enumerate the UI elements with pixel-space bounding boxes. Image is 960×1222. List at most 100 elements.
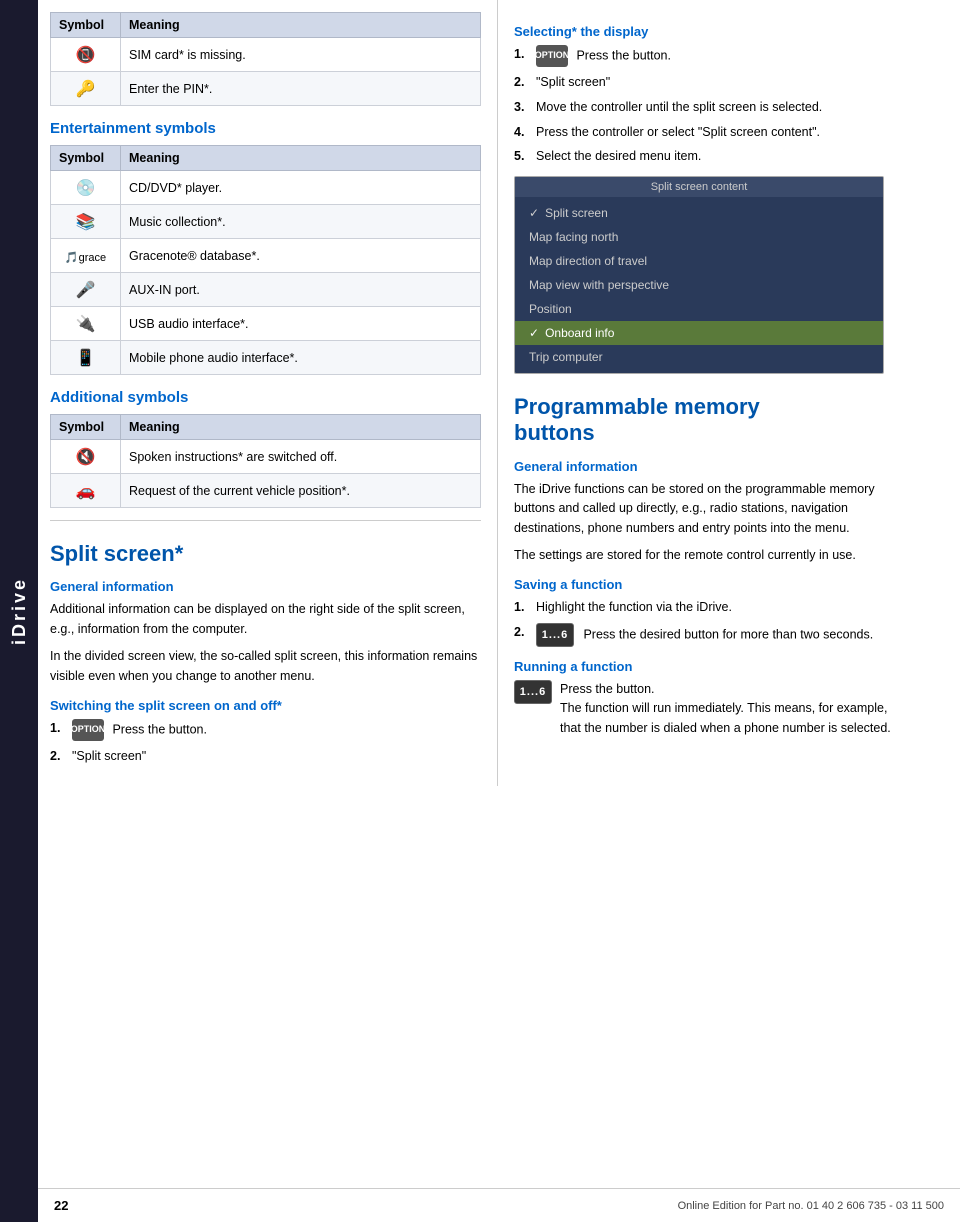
- symbol-cell: 📵: [51, 38, 121, 72]
- pin-entry-icon: 🔑: [76, 79, 96, 99]
- sidebar-label: iDrive: [9, 577, 30, 645]
- meaning-cell: CD/DVD* player.: [121, 171, 481, 205]
- table-row: 📚 Music collection*.: [51, 205, 481, 239]
- split-item: Map facing north: [515, 225, 883, 249]
- entertainment-heading: Entertainment symbols: [50, 120, 481, 137]
- list-item: 2. 1...6 Press the desired button for mo…: [514, 623, 906, 647]
- meaning-cell: SIM card* is missing.: [121, 38, 481, 72]
- memory-button-save-icon: 1...6: [536, 623, 574, 647]
- meaning-cell: Enter the PIN*.: [121, 72, 481, 106]
- footer-text: Online Edition for Part no. 01 40 2 606 …: [678, 1200, 944, 1212]
- selecting-steps-list: 1. OPTION Press the button. 2. "Split sc…: [514, 45, 906, 166]
- mobile-audio-icon: 📱: [76, 348, 96, 368]
- gracenote-icon: 🎵grace: [65, 251, 106, 264]
- left-column: Symbol Meaning 📵 SIM card* is missing. 🔑…: [38, 0, 498, 786]
- aux-in-icon: 🎤: [76, 280, 96, 300]
- footer-bar: 22 Online Edition for Part no. 01 40 2 6…: [38, 1188, 960, 1222]
- split-item: Position: [515, 297, 883, 321]
- checkmark-icon: ✓: [529, 206, 539, 220]
- sim-pin-table: Symbol Meaning 📵 SIM card* is missing. 🔑…: [50, 12, 481, 106]
- split-screen-ui-mockup: Split screen content ✓ Split screen Map …: [514, 176, 884, 374]
- add-col-meaning: Meaning: [121, 415, 481, 440]
- prog-memory-heading: Programmable memory buttons: [514, 394, 906, 447]
- split-general-info-heading: General information: [50, 579, 481, 594]
- running-description: 1...6 Press the button.The function will…: [514, 680, 906, 738]
- meaning-cell: AUX-IN port.: [121, 273, 481, 307]
- table-row: 🚗 Request of the current vehicle positio…: [51, 474, 481, 508]
- option-button-icon: OPTION: [72, 719, 104, 741]
- list-item: 1. OPTION Press the button.: [50, 719, 481, 741]
- symbol-cell: 🎤: [51, 273, 121, 307]
- sidebar: iDrive: [0, 0, 38, 1222]
- split-item-selected: ✓ Onboard info: [515, 321, 883, 345]
- meaning-cell: USB audio interface*.: [121, 307, 481, 341]
- meaning-cell: Gracenote® database*.: [121, 239, 481, 273]
- symbol-cell: 🚗: [51, 474, 121, 508]
- col-symbol-header: Symbol: [51, 13, 121, 38]
- usb-icon: 🔌: [76, 314, 96, 334]
- table-row: 💿 CD/DVD* player.: [51, 171, 481, 205]
- cd-dvd-icon: 💿: [76, 178, 96, 198]
- meaning-cell: Mobile phone audio interface*.: [121, 341, 481, 375]
- main-content: Symbol Meaning 📵 SIM card* is missing. 🔑…: [38, 0, 960, 826]
- meaning-cell: Spoken instructions* are switched off.: [121, 440, 481, 474]
- split-screen-items: ✓ Split screen Map facing north Map dire…: [515, 197, 883, 373]
- symbol-cell: 📚: [51, 205, 121, 239]
- entertainment-table: Symbol Meaning 💿 CD/DVD* player. 📚 Music…: [50, 145, 481, 375]
- symbol-cell: 🔇: [51, 440, 121, 474]
- symbol-cell: 💿: [51, 171, 121, 205]
- running-heading: Running a function: [514, 659, 906, 674]
- selecting-heading: Selecting* the display: [514, 24, 906, 39]
- music-collection-icon: 📚: [76, 212, 96, 232]
- list-item: 5. Select the desired menu item.: [514, 147, 906, 166]
- saving-heading: Saving a function: [514, 577, 906, 592]
- table-row: 🎤 AUX-IN port.: [51, 273, 481, 307]
- additional-table: Symbol Meaning 🔇 Spoken instructions* ar…: [50, 414, 481, 508]
- col-meaning-header: Meaning: [121, 13, 481, 38]
- symbol-cell: 🔑: [51, 72, 121, 106]
- symbol-cell: 🎵grace: [51, 239, 121, 273]
- split-screen-heading: Split screen*: [50, 541, 481, 567]
- meaning-cell: Request of the current vehicle position*…: [121, 474, 481, 508]
- memory-button-run-icon: 1...6: [514, 680, 552, 704]
- switching-steps-list: 1. OPTION Press the button. 2. "Split sc…: [50, 719, 481, 766]
- symbol-cell: 🔌: [51, 307, 121, 341]
- split-item: Map view with perspective: [515, 273, 883, 297]
- table-row: 🎵grace Gracenote® database*.: [51, 239, 481, 273]
- list-item: 1. Highlight the function via the iDrive…: [514, 598, 906, 617]
- table-row: 🔑 Enter the PIN*.: [51, 72, 481, 106]
- list-item: 2. "Split screen": [514, 73, 906, 92]
- split-screen-title: Split screen content: [515, 177, 883, 197]
- saving-steps-list: 1. Highlight the function via the iDrive…: [514, 598, 906, 647]
- table-row: 🔌 USB audio interface*.: [51, 307, 481, 341]
- vehicle-pos-icon: 🚗: [76, 481, 96, 501]
- add-col-symbol: Symbol: [51, 415, 121, 440]
- running-text: Press the button.The function will run i…: [560, 680, 906, 738]
- table-row: 🔇 Spoken instructions* are switched off.: [51, 440, 481, 474]
- table-row: 📱 Mobile phone audio interface*.: [51, 341, 481, 375]
- right-column: Selecting* the display 1. OPTION Press t…: [498, 0, 922, 786]
- ent-col-symbol: Symbol: [51, 146, 121, 171]
- prog-general-info-text1: The iDrive functions can be stored on th…: [514, 480, 906, 538]
- prog-general-info-text2: The settings are stored for the remote c…: [514, 546, 906, 565]
- split-general-info-text1: Additional information can be displayed …: [50, 600, 481, 639]
- ent-col-meaning: Meaning: [121, 146, 481, 171]
- split-general-info-text2: In the divided screen view, the so-calle…: [50, 647, 481, 686]
- split-item: ✓ Split screen: [515, 201, 883, 225]
- checkmark-active-icon: ✓: [529, 326, 539, 340]
- sim-missing-icon: 📵: [76, 45, 96, 65]
- page-number: 22: [54, 1198, 68, 1213]
- table-row: 📵 SIM card* is missing.: [51, 38, 481, 72]
- list-item: 4. Press the controller or select "Split…: [514, 123, 906, 142]
- additional-heading: Additional symbols: [50, 389, 481, 406]
- meaning-cell: Music collection*.: [121, 205, 481, 239]
- prog-general-info-heading: General information: [514, 459, 906, 474]
- switching-heading: Switching the split screen on and off*: [50, 698, 481, 713]
- split-item: Trip computer: [515, 345, 883, 369]
- list-item: 1. OPTION Press the button.: [514, 45, 906, 67]
- divider: [50, 520, 481, 521]
- list-item: 3. Move the controller until the split s…: [514, 98, 906, 117]
- split-item: Map direction of travel: [515, 249, 883, 273]
- option-button-right-icon: OPTION: [536, 45, 568, 67]
- voice-off-icon: 🔇: [76, 447, 96, 467]
